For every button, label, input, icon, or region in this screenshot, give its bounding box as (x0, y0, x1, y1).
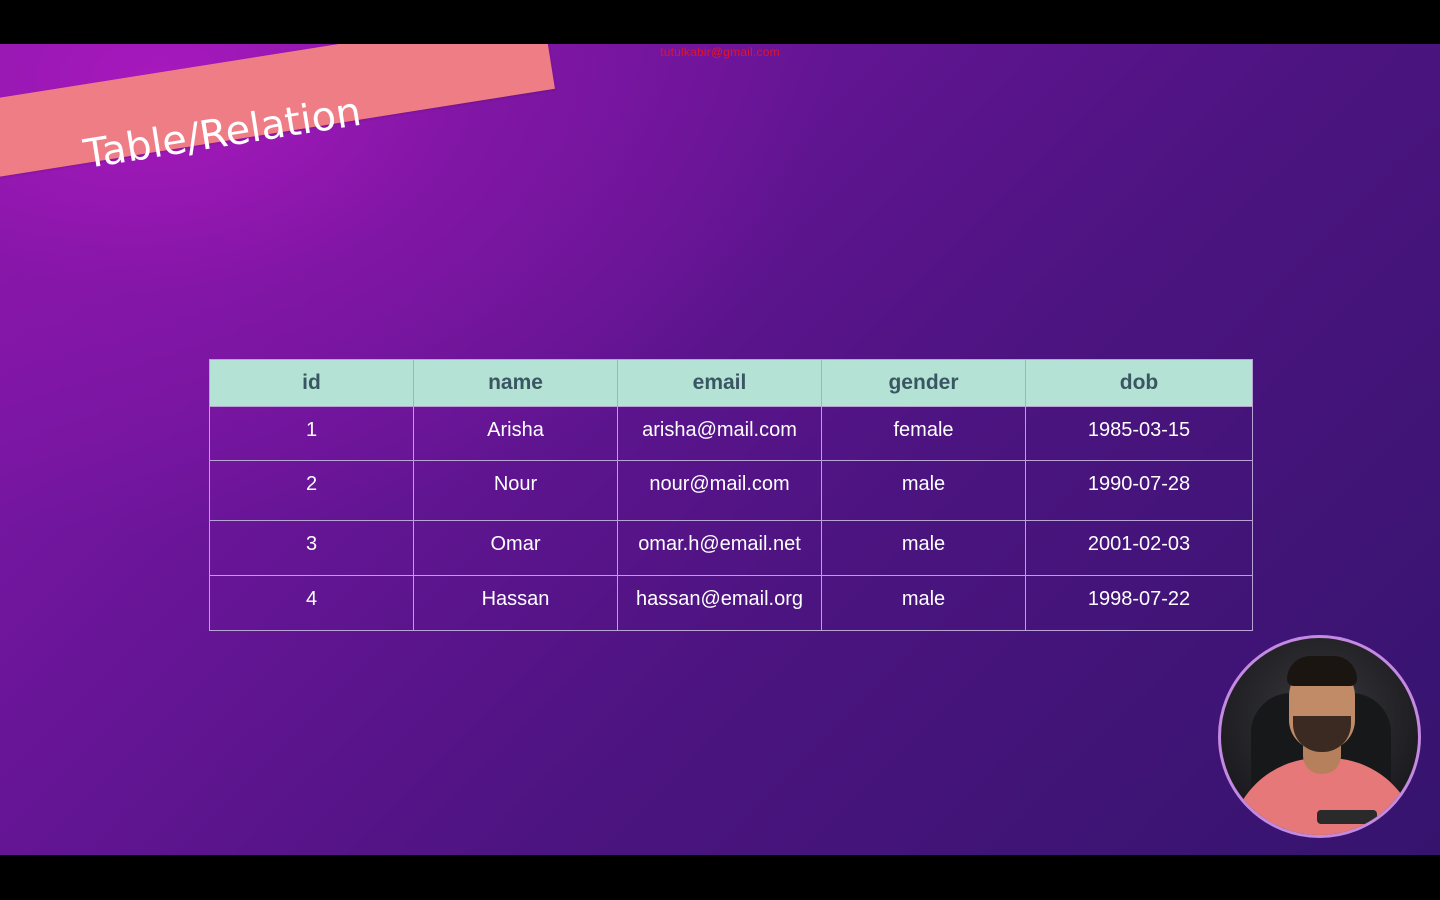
column-header-dob: dob (1025, 359, 1253, 407)
cell-id: 3 (209, 520, 414, 576)
microphone-shape (1317, 810, 1377, 824)
cell-gender: female (821, 406, 1026, 461)
column-header-email: email (617, 359, 822, 407)
cell-dob: 1985-03-15 (1025, 406, 1253, 461)
relation-table: id name email gender dob 1 Arisha arisha… (209, 359, 1253, 631)
presentation-slide: tutulkabir@gmail.com Table/Relation id n… (0, 44, 1440, 855)
cell-id: 2 (209, 460, 414, 521)
cell-gender: male (821, 460, 1026, 521)
cell-email: nour@mail.com (617, 460, 822, 521)
table-row: 1 Arisha arisha@mail.com female 1985-03-… (209, 406, 1253, 461)
cell-gender: male (821, 575, 1026, 631)
presenter-webcam (1218, 635, 1421, 838)
cell-dob: 2001-02-03 (1025, 520, 1253, 576)
cell-name: Arisha (413, 406, 618, 461)
table-row: 3 Omar omar.h@email.net male 2001-02-03 (209, 520, 1253, 576)
presenter-hair (1287, 656, 1357, 686)
column-header-name: name (413, 359, 618, 407)
cell-id: 1 (209, 406, 414, 461)
watermark-email: tutulkabir@gmail.com (660, 45, 780, 59)
table-row: 4 Hassan hassan@email.org male 1998-07-2… (209, 575, 1253, 631)
table-header-row: id name email gender dob (209, 359, 1253, 407)
cell-email: arisha@mail.com (617, 406, 822, 461)
video-frame: tutulkabir@gmail.com Table/Relation id n… (0, 0, 1440, 900)
cell-id: 4 (209, 575, 414, 631)
cell-dob: 1998-07-22 (1025, 575, 1253, 631)
table-row: 2 Nour nour@mail.com male 1990-07-28 (209, 460, 1253, 521)
cell-email: hassan@email.org (617, 575, 822, 631)
cell-gender: male (821, 520, 1026, 576)
cell-dob: 1990-07-28 (1025, 460, 1253, 521)
cell-name: Nour (413, 460, 618, 521)
cell-name: Hassan (413, 575, 618, 631)
column-header-id: id (209, 359, 414, 407)
column-header-gender: gender (821, 359, 1026, 407)
cell-email: omar.h@email.net (617, 520, 822, 576)
cell-name: Omar (413, 520, 618, 576)
